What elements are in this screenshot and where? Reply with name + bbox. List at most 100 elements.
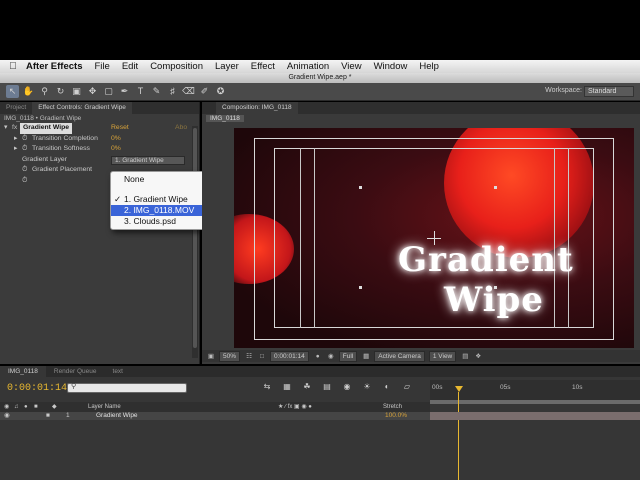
switches-icon[interactable]: ★ ∕ fx ▣ ◉ ● [278, 402, 312, 412]
comp-flowchart-icon[interactable]: ⇆ [260, 382, 274, 394]
pen-tool-icon[interactable]: ✒ [118, 85, 131, 98]
roto-brush-tool-icon[interactable]: ✐ [198, 85, 211, 98]
property-value[interactable]: 0% [111, 134, 121, 145]
fast-preview-icon[interactable]: ❖ [473, 352, 483, 360]
tab-img-0118[interactable]: IMG_0118 [0, 366, 46, 377]
playhead-line [458, 392, 459, 480]
layer-stretch[interactable]: 100.0% [385, 412, 407, 420]
layer-handle[interactable] [359, 286, 362, 289]
workspace-label: Workspace: [545, 87, 582, 94]
current-time-field[interactable]: 0:00:01:14 [270, 350, 309, 362]
property-value[interactable]: 0% [111, 144, 121, 155]
guide-line [554, 148, 555, 328]
column-stretch[interactable]: Stretch [383, 402, 402, 412]
rotate-tool-icon[interactable]: ↻ [54, 85, 67, 98]
stopwatch-icon[interactable]: ⏱ [22, 165, 27, 176]
eraser-tool-icon[interactable]: ⌫ [182, 85, 195, 98]
gradient-layer-select[interactable]: 1. Gradient Wipe [111, 155, 185, 165]
tab-project[interactable]: Project [0, 102, 32, 114]
menu-view[interactable]: View [341, 61, 361, 72]
snapshot-icon[interactable]: ● [313, 353, 323, 360]
dropdown-option-gradient-wipe[interactable]: ✓ 1. Gradient Wipe [111, 194, 213, 205]
stopwatch-icon[interactable]: ⏱ [22, 144, 27, 155]
menu-app-name[interactable]: After Effects [26, 61, 83, 72]
brush-tool-icon[interactable]: ✎ [150, 85, 163, 98]
menu-layer[interactable]: Layer [215, 61, 239, 72]
zoom-tool-icon[interactable]: ⚲ [38, 85, 51, 98]
menu-animation[interactable]: Animation [287, 61, 329, 72]
camera-select[interactable]: Active Camera [374, 350, 425, 362]
disclosure-triangle-icon[interactable]: ▸ [14, 144, 17, 155]
tab-render-queue[interactable]: Render Queue [46, 366, 105, 377]
stopwatch-icon[interactable]: ⏱ [22, 176, 27, 187]
motion-blur-icon[interactable]: ◉ [340, 382, 354, 394]
layer-duration-bar[interactable] [430, 412, 640, 420]
timeline-layer-row[interactable]: ◉ ■ 1 Gradient Wipe 100.0% [0, 412, 430, 420]
selection-tool-icon[interactable]: ↖ [6, 85, 19, 98]
rectangle-tool-icon[interactable]: ▢ [102, 85, 115, 98]
auto-keyframe-icon[interactable]: ◐ [380, 382, 394, 394]
lock-icon[interactable]: ■ [34, 402, 38, 412]
layer-handle[interactable] [494, 186, 497, 189]
disclosure-triangle-icon[interactable]: ▸ [14, 134, 17, 145]
view-layout-select[interactable]: 1 View [428, 350, 457, 362]
timeline-column-header: ◉ ♫ ● ■ ◆ Layer Name ★ ∕ fx ▣ ◉ ● Stretc… [0, 402, 430, 412]
effect-controls-scrollbar[interactable] [192, 126, 198, 358]
column-layer-name[interactable]: Layer Name [88, 402, 121, 412]
layer-name[interactable]: Gradient Wipe [96, 412, 138, 420]
composition-breadcrumb[interactable]: IMG_0118 [206, 115, 244, 122]
zoom-select[interactable]: 50% [219, 350, 241, 362]
clone-stamp-tool-icon[interactable]: ♯ [166, 85, 179, 98]
menu-effect[interactable]: Effect [251, 61, 275, 72]
toggle-pixel-aspect-icon[interactable]: ▤ [460, 352, 470, 360]
tab-effect-controls[interactable]: Effect Controls: Gradient Wipe [32, 102, 132, 114]
workspace-select[interactable]: Standard [584, 86, 634, 97]
fx-icon[interactable]: fx [12, 123, 17, 134]
pan-behind-tool-icon[interactable]: ✥ [86, 85, 99, 98]
dropdown-option-clouds[interactable]: 3. Clouds.psd [111, 216, 213, 227]
mask-icon[interactable]: □ [257, 353, 267, 360]
effect-name[interactable]: Gradient Wipe [20, 123, 73, 134]
eye-icon[interactable]: ◉ [4, 412, 10, 420]
timeline-current-time[interactable]: 0:00:01:14 [7, 383, 67, 394]
audio-icon[interactable]: ♫ [14, 402, 19, 412]
eye-icon[interactable]: ◉ [4, 402, 9, 412]
transparency-grid-icon[interactable]: ▦ [361, 352, 371, 360]
timeline-search-input[interactable] [67, 383, 187, 393]
solo-icon[interactable]: ● [24, 402, 28, 412]
menu-edit[interactable]: Edit [122, 61, 138, 72]
draft-3d-icon[interactable]: ▦ [280, 382, 294, 394]
hand-tool-icon[interactable]: ✋ [22, 85, 35, 98]
menu-window[interactable]: Window [374, 61, 408, 72]
work-area-bar[interactable] [430, 400, 640, 404]
region-of-interest-icon[interactable]: ▣ [206, 352, 216, 360]
option-label: None [124, 174, 145, 184]
resolution-select[interactable]: Full [338, 350, 358, 362]
channel-icon[interactable]: ◉ [326, 352, 336, 360]
layer-handle[interactable] [359, 186, 362, 189]
menu-composition[interactable]: Composition [150, 61, 203, 72]
frame-blending-icon[interactable]: ▤ [320, 382, 334, 394]
tab-composition[interactable]: Composition: IMG_0118 [216, 102, 298, 114]
apple-icon[interactable]:  [0, 61, 26, 72]
graph-editor-icon[interactable]: ▱ [400, 382, 414, 394]
tab-text[interactable]: text [105, 366, 131, 377]
reset-link[interactable]: Reset [111, 123, 129, 134]
dropdown-option-none[interactable]: None [111, 174, 213, 185]
disclosure-triangle-icon[interactable]: ▾ [4, 123, 7, 134]
label-icon[interactable]: ◆ [52, 402, 57, 412]
playhead-icon[interactable] [455, 386, 463, 392]
about-link[interactable]: Abo [175, 123, 187, 134]
stopwatch-icon[interactable]: ⏱ [22, 134, 27, 145]
dropdown-option-img-0118[interactable]: 2. IMG_0118.MOV [111, 205, 213, 216]
brainstorm-icon[interactable]: ☀ [360, 382, 374, 394]
camera-tool-icon[interactable]: ▣ [70, 85, 83, 98]
menu-file[interactable]: File [95, 61, 110, 72]
grid-icon[interactable]: ☷ [244, 352, 254, 360]
puppet-tool-icon[interactable]: ✪ [214, 85, 227, 98]
menu-help[interactable]: Help [419, 61, 439, 72]
composition-viewer[interactable]: Gradient Wipe [234, 128, 634, 348]
hide-shy-icon[interactable]: ☘ [300, 382, 314, 394]
label-color-icon[interactable]: ■ [46, 412, 50, 420]
type-tool-icon[interactable]: T [134, 85, 147, 98]
